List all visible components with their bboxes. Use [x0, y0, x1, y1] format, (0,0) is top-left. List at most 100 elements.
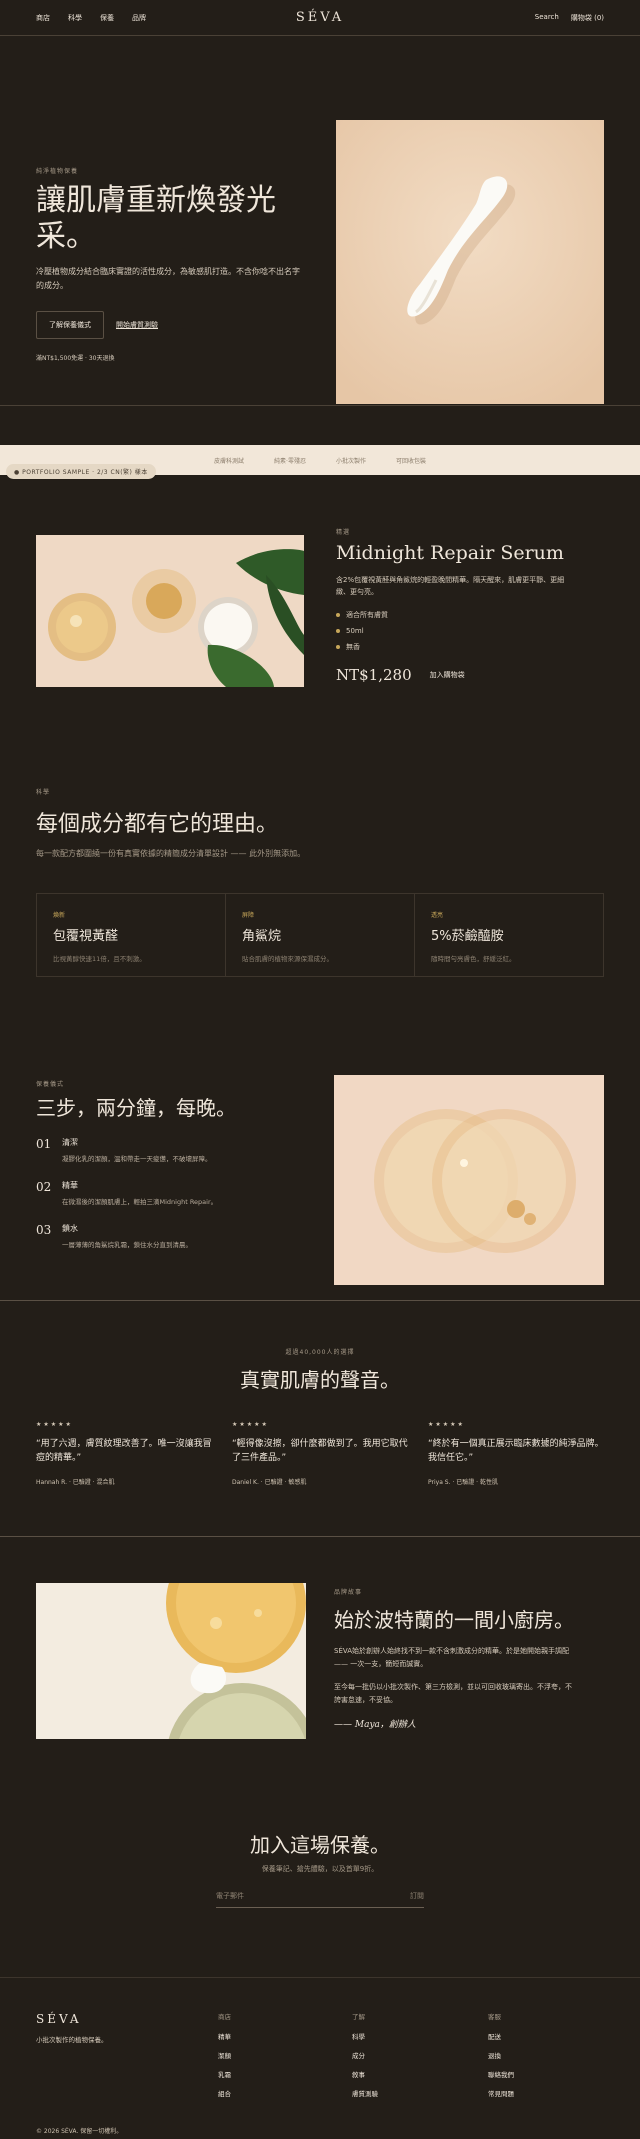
footer-column-title: 了解	[352, 2013, 365, 2021]
product-feature: 50ml	[336, 627, 576, 635]
newsletter-title: 加入這場保養。	[250, 1833, 390, 1857]
product-image	[36, 535, 304, 687]
product-name: Midnight Repair Serum	[336, 542, 564, 564]
top-nav: 商店 科學 保養 品牌 SÉVA Search 購物袋 (0)	[0, 0, 640, 36]
footer-link[interactable]: 聯絡我們	[488, 2069, 514, 2079]
ingredients-section: 科學 每個成分都有它的理由。 每一款配方都圍繞一份有真實依據的精簡成分清單設計 …	[0, 755, 640, 1045]
subscribe-button[interactable]: 訂閱	[410, 1891, 424, 1901]
step-desc: 凝膠化乳的潔顏，溫和帶走一天疲憊，不破壞屏障。	[62, 1155, 212, 1163]
review-quote: “用了六週，膚質紋理改善了。唯一沒讓我冒痘的精華。”	[36, 1439, 212, 1463]
step-title: 精華	[62, 1181, 78, 1190]
ingredient-body: 隨時間勻亮膚色，舒緩泛紅。	[431, 955, 516, 963]
add-to-bag-button[interactable]: 加入購物袋	[430, 670, 465, 680]
ingredient-name: 角鯊烷	[242, 929, 282, 944]
footer-link[interactable]: 精華	[218, 2031, 231, 2041]
ingredient-body: 比視黃醇快速11倍，且不刺激。	[53, 955, 146, 963]
bullet-dot-icon	[336, 613, 340, 617]
footer-link[interactable]: 乳霜	[218, 2069, 231, 2079]
trust-item: 小批次製作	[335, 457, 366, 465]
footer-column-title: 商店	[218, 2013, 231, 2021]
ingredient-body: 貼合肌膚的植物來源保濕成分。	[242, 955, 333, 963]
nav-links: 商店 科學 保養 品牌	[36, 13, 146, 23]
hero-title: 讓肌膚重新煥發光采。	[36, 183, 276, 254]
step-number: 01	[36, 1137, 52, 1151]
footer-column-title: 客服	[488, 2013, 501, 2021]
star-rating-icon: ★★★★★	[428, 1421, 465, 1428]
ingredients-title: 每個成分都有它的理由。	[36, 812, 279, 837]
review-quote: “輕得像沒擦，卻什麼都做到了。我用它取代了三件產品。”	[232, 1439, 408, 1463]
skin-quiz-link[interactable]: 開始膚質測驗	[116, 320, 158, 330]
ingredient-name: 5%菸鹼醯胺	[431, 929, 504, 944]
cart-link[interactable]: 購物袋 (0)	[571, 13, 604, 23]
nav-link-care[interactable]: 保養	[100, 13, 114, 23]
hero-cream-image	[336, 120, 604, 404]
review-author: Daniel K. · 已驗證 · 敏感肌	[232, 1479, 307, 1486]
search-link[interactable]: Search	[535, 13, 559, 23]
story-eyebrow: 品牌故事	[334, 1589, 363, 1596]
hero-lead: 冷壓植物成分結合臨床實證的活性成分，為敏感肌打造。不含你唸不出名字的成分。	[36, 267, 300, 290]
review-card: ★★★★★ “終於有一個真正展示臨床數據的純淨品牌。我信任它。” Priya S…	[428, 1421, 604, 1486]
nav-link-brand[interactable]: 品牌	[132, 13, 146, 23]
footer-tagline: 小批次製作的植物保養。	[36, 2036, 108, 2044]
footer-link[interactable]: 膚質測驗	[352, 2088, 378, 2098]
ingredient-tag: 煥新	[53, 912, 66, 919]
copyright: © 2026 SÉVA. 保留一切權利。	[36, 2128, 123, 2135]
bullet-dot-icon	[336, 629, 340, 633]
newsletter-section: 加入這場保養。 保養筆記、搶先體驗，以及首單9折。 電子郵件 訂閱	[0, 1787, 640, 1977]
review-quote: “終於有一個真正展示臨床數據的純淨品牌。我信任它。”	[428, 1439, 604, 1463]
step-number: 03	[36, 1223, 52, 1237]
ritual-step: 03 鎖水 一層薄薄的角鯊烷乳霜，鎖住水分直到清晨。	[36, 1223, 236, 1249]
ingredient-card: 屏障 角鯊烷 貼合肌膚的植物來源保濕成分。	[226, 894, 415, 976]
product-description: 含2%包覆視黃醛與角鯊烷的輕盈晚間精華。隔天醒來，肌膚更平靜、更細緻、更勻亮。	[336, 576, 565, 596]
footer-column-shop: 商店 精華 潔顏 乳霜 組合	[218, 2011, 231, 2107]
newsletter-subtitle: 保養筆記、搶先體驗，以及首單9折。	[261, 1865, 379, 1873]
nav-link-science[interactable]: 科學	[68, 13, 82, 23]
ingredient-cards: 煥新 包覆視黃醛 比視黃醇快速11倍，且不刺激。 屏障 角鯊烷 貼合肌膚的植物來…	[36, 893, 604, 977]
newsletter-form: 電子郵件 訂閱	[216, 1887, 424, 1908]
ingredient-tag: 透亮	[431, 912, 444, 919]
hero-section: 純淨植物保養 讓肌膚重新煥發光采。 冷壓植物成分結合臨床實證的活性成分，為敏感肌…	[0, 36, 640, 406]
bullet-dot-icon	[336, 645, 340, 649]
footer-column-learn: 了解 科學 成分 敘事 膚質測驗	[352, 2011, 378, 2107]
serum-drops-image	[334, 1075, 604, 1285]
trust-item: 皮膚科測試	[214, 457, 245, 465]
footer-link[interactable]: 退換	[488, 2050, 514, 2060]
footer-link[interactable]: 配送	[488, 2031, 514, 2041]
ritual-step: 01 清潔 凝膠化乳的潔顏，溫和帶走一天疲憊，不破壞屏障。	[36, 1137, 236, 1163]
founder-signature: —— Maya，創辦人	[334, 1720, 416, 1730]
learn-ritual-button[interactable]: 了解保養儀式	[36, 311, 104, 339]
shipping-note: 滿NT$1,500免運 · 30天退換	[36, 355, 115, 362]
ingredient-tag: 屏障	[242, 912, 255, 919]
reviews-section: 超過40,000人的選擇 真實肌膚的聲音。 ★★★★★ “用了六週，膚質紋理改善…	[0, 1301, 640, 1537]
story-section: 品牌故事 始於波特蘭的一間小廚房。 SÉVA始於創辦人始終找不到一款不含刺激成分…	[0, 1537, 640, 1787]
trust-item: 純素·零殘忍	[274, 457, 306, 465]
reviews-eyebrow: 超過40,000人的選擇	[285, 1349, 355, 1356]
brand-logo[interactable]: SÉVA	[296, 10, 344, 25]
review-card: ★★★★★ “輕得像沒擦，卻什麼都做到了。我用它取代了三件產品。” Daniel…	[232, 1421, 408, 1486]
ingredients-subtitle: 每一款配方都圍繞一份有真實依據的精簡成分清單設計 —— 此外別無添加。	[36, 849, 306, 858]
ingredient-name: 包覆視黃醛	[53, 929, 119, 944]
product-feature: 無香	[336, 642, 576, 652]
story-paragraph: SÉVA始於創辦人始終找不到一款不含刺激成分的精華。於是她開始親手調配 —— 一…	[334, 1647, 569, 1668]
science-eyebrow: 科學	[36, 789, 51, 796]
nav-link-shop[interactable]: 商店	[36, 13, 50, 23]
hero-eyebrow: 純淨植物保養	[36, 168, 79, 175]
story-title: 始於波特蘭的一間小廚房。	[334, 1608, 574, 1632]
footer-link[interactable]: 敘事	[352, 2069, 378, 2079]
footer-link[interactable]: 科學	[352, 2031, 378, 2041]
featured-product: 精選 Midnight Repair Serum 含2%包覆視黃醛與角鯊烷的輕盈…	[0, 475, 640, 755]
ritual-step: 02 精華 在微濕後的潔顏肌膚上，輕拍三滴Midnight Repair。	[36, 1180, 236, 1206]
product-eyebrow: 精選	[336, 529, 351, 536]
trust-strip: 皮膚科測試 純素·零殘忍 小批次製作 可回收包裝 ● PORTFOLIO SAM…	[0, 445, 640, 479]
trust-item: 可回收包裝	[395, 457, 426, 465]
footer-link[interactable]: 常見問題	[488, 2088, 514, 2098]
story-image	[36, 1583, 306, 1739]
email-field[interactable]: 電子郵件	[216, 1891, 244, 1901]
footer-link[interactable]: 組合	[218, 2088, 231, 2098]
footer-link[interactable]: 潔顏	[218, 2050, 231, 2060]
product-feature: 適合所有膚質	[336, 610, 576, 620]
step-desc: 一層薄薄的角鯊烷乳霜，鎖住水分直到清晨。	[62, 1241, 192, 1249]
story-paragraph: 至今每一批仍以小批次製作、第三方檢測，並以可回收玻璃寄出。不浮夸，不誇害怠速，不…	[334, 1683, 572, 1704]
footer-brand[interactable]: SÉVA	[36, 2012, 82, 2026]
footer-link[interactable]: 成分	[352, 2050, 378, 2060]
